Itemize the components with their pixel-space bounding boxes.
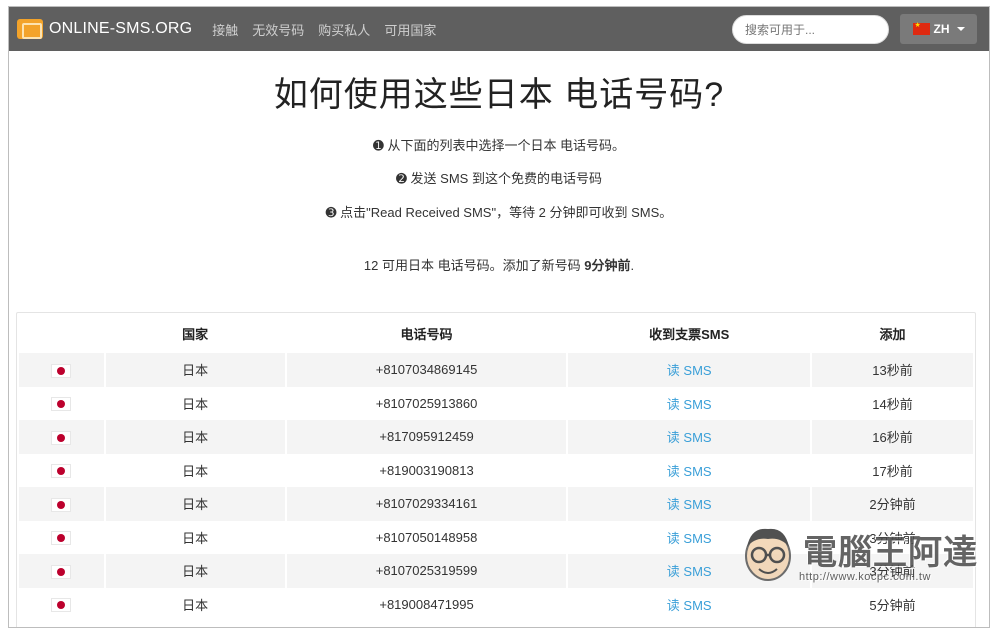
- added-time-cell: 16秒前: [811, 420, 973, 454]
- instruction-step-1: ➊ 从下面的列表中选择一个日本 电话号码。: [372, 138, 626, 153]
- sms-link-cell: 读 SMS: [568, 420, 810, 454]
- country-cell: 日本: [105, 386, 285, 420]
- read-sms-link[interactable]: 读 SMS: [667, 497, 712, 512]
- summary-suffix: .: [630, 258, 635, 273]
- summary-text: 12 可用日本 电话号码。添加了新号码: [363, 258, 585, 273]
- table-header-row: 国家 电话号码 收到支票SMS 添加: [19, 313, 973, 353]
- flag-cell: [19, 587, 104, 621]
- country-cell: 日本: [105, 554, 285, 588]
- table-row[interactable]: 日本 +8107034869145 读 SMS 13秒前: [19, 353, 973, 387]
- country-cell: 日本: [105, 487, 285, 521]
- mascot-face-icon: [745, 528, 791, 581]
- sms-link-cell: 读 SMS: [568, 353, 810, 387]
- japan-flag-icon: [51, 464, 72, 479]
- header-phone-number: 电话号码: [400, 326, 453, 342]
- phone-number-cell: +819003190813: [286, 453, 567, 487]
- phone-number-cell: +8107029334161: [286, 487, 567, 521]
- nav-link-buy-private[interactable]: 购买私人: [318, 20, 370, 39]
- read-sms-link[interactable]: 读 SMS: [667, 531, 712, 546]
- nav-link-contact[interactable]: 接触: [212, 20, 238, 39]
- country-cell: 日本: [105, 520, 285, 554]
- sms-link-cell: 读 SMS: [568, 453, 810, 487]
- phone-number-cell: +8107025319599: [286, 554, 567, 588]
- brand-name[interactable]: ONLINE-SMS.ORG: [49, 20, 192, 38]
- page-title: 如何使用这些日本 电话号码?: [273, 76, 725, 114]
- read-sms-link[interactable]: 读 SMS: [667, 598, 712, 613]
- availability-summary: 12 可用日本 电话号码。添加了新号码 9分钟前.: [9, 255, 989, 274]
- language-dropdown[interactable]: ZH: [900, 14, 977, 44]
- added-time-cell: 17秒前: [811, 453, 973, 487]
- country-cell: 日本: [105, 420, 285, 454]
- header-added: 添加: [879, 326, 906, 342]
- flag-cell: [19, 487, 104, 521]
- phone-number-cell: +817095912459: [286, 420, 567, 454]
- japan-flag-icon: [51, 598, 72, 613]
- country-cell: 日本: [105, 453, 285, 487]
- phone-number-cell: +8107025913860: [286, 386, 567, 420]
- table-row[interactable]: 日本 +819003190813 读 SMS 17秒前: [19, 453, 973, 487]
- read-sms-link[interactable]: 读 SMS: [667, 397, 712, 412]
- brand[interactable]: ONLINE-SMS.ORG: [17, 19, 192, 39]
- read-sms-link[interactable]: 读 SMS: [667, 464, 712, 479]
- browser-viewport: ONLINE-SMS.ORG 接触 无效号码 购买私人 可用国家 ZH 如何使用…: [8, 6, 990, 628]
- japan-flag-icon: [51, 531, 72, 546]
- read-sms-link[interactable]: 读 SMS: [667, 363, 712, 378]
- language-code: ZH: [933, 22, 950, 36]
- caret-down-icon: [956, 27, 965, 31]
- japan-flag-icon: [51, 430, 72, 445]
- search-input[interactable]: [732, 15, 889, 44]
- flag-cell: [19, 520, 104, 554]
- read-sms-link[interactable]: 读 SMS: [667, 430, 712, 445]
- sim-card-logo-icon: [17, 19, 43, 39]
- country-cell: 日本: [105, 587, 285, 621]
- flag-cell: [19, 453, 104, 487]
- phone-number-cell: +8107050148958: [286, 520, 567, 554]
- added-time-cell: 13秒前: [811, 353, 973, 387]
- added-time-cell: 14秒前: [811, 386, 973, 420]
- sms-link-cell: 读 SMS: [568, 386, 810, 420]
- table-row[interactable]: 日本 +8107029334161 读 SMS 2分钟前: [19, 487, 973, 521]
- instruction-step-3: ➌ 点击"Read Received SMS"，等待 2 分钟即可收到 SMS。: [325, 205, 673, 220]
- nav-link-invalid-numbers[interactable]: 无效号码: [252, 20, 304, 39]
- table-row[interactable]: 日本 +8107025913860 读 SMS 14秒前: [19, 386, 973, 420]
- flag-cell: [19, 420, 104, 454]
- phone-number-cell: +819008471995: [286, 587, 567, 621]
- watermark-title: 電腦王阿達: [803, 534, 978, 572]
- instruction-step-2: ➋ 发送 SMS 到这个免费的电话号码: [396, 171, 602, 186]
- japan-flag-icon: [51, 363, 72, 378]
- flag-cell: [19, 386, 104, 420]
- phone-number-cell: +8107034869145: [286, 353, 567, 387]
- header-flag: [19, 313, 104, 353]
- japan-flag-icon: [51, 397, 72, 412]
- header-country: 国家: [182, 326, 209, 342]
- header-receive-sms: 收到支票SMS: [649, 326, 730, 342]
- added-time-cell: 2分钟前: [811, 487, 973, 521]
- site-watermark: 電腦王阿達 http://www.kocpc.com.tw: [737, 517, 987, 597]
- navbar: ONLINE-SMS.ORG 接触 无效号码 购买私人 可用国家 ZH: [9, 7, 989, 51]
- japan-flag-icon: [51, 564, 72, 579]
- nav-links: 接触 无效号码 购买私人 可用国家: [212, 20, 450, 39]
- country-cell: 日本: [105, 353, 285, 387]
- table-row[interactable]: 日本 +817095912459 读 SMS 16秒前: [19, 420, 973, 454]
- read-sms-link[interactable]: 读 SMS: [667, 564, 712, 579]
- nav-link-available-countries[interactable]: 可用国家: [384, 20, 436, 39]
- china-flag-icon: [912, 21, 930, 35]
- japan-flag-icon: [51, 497, 72, 512]
- flag-cell: [19, 353, 104, 387]
- summary-last-added: 9分钟前: [584, 258, 631, 273]
- sms-link-cell: 读 SMS: [568, 487, 810, 521]
- flag-cell: [19, 554, 104, 588]
- watermark-url: http://www.kocpc.com.tw: [799, 571, 931, 583]
